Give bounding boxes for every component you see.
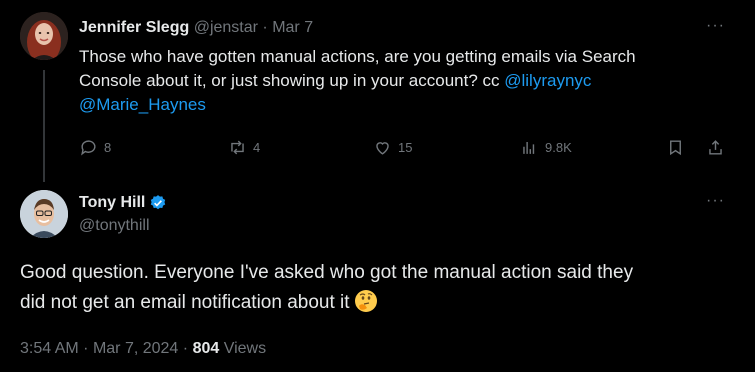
second-post-more-icon[interactable]: ··· xyxy=(706,192,725,210)
verified-badge-icon[interactable] xyxy=(149,194,167,212)
reply-button[interactable]: 8 xyxy=(79,138,111,157)
share-icon xyxy=(709,140,722,155)
like-button[interactable]: 15 xyxy=(373,138,412,157)
bookmark-icon xyxy=(670,140,681,156)
heart-icon xyxy=(376,142,389,155)
first-post-text-line-2: Console about it, or just showing up in … xyxy=(79,69,729,93)
views-button[interactable]: 9.8K xyxy=(520,138,572,157)
first-post-author-name[interactable]: Jennifer Slegg xyxy=(79,19,189,36)
views-total: 804 xyxy=(192,340,220,357)
repost-button[interactable]: 4 xyxy=(228,138,260,157)
first-post-text-line-1: Those who have gotten manual actions, ar… xyxy=(79,47,636,66)
second-post-name-row: Tony Hill xyxy=(79,194,167,212)
thread-connector-line xyxy=(43,70,45,182)
first-post-text: Those who have gotten manual actions, ar… xyxy=(79,45,729,117)
first-post-handle[interactable]: @jenstar xyxy=(194,19,258,36)
post-date[interactable]: Mar 7, 2024 xyxy=(93,340,178,357)
post-time[interactable]: 3:54 AM xyxy=(20,340,79,357)
second-post-text: Good question. Everyone I've asked who g… xyxy=(20,258,740,318)
first-post-header: Jennifer Slegg @jenstar · Mar 7 xyxy=(79,19,313,37)
second-post-author-name[interactable]: Tony Hill xyxy=(79,194,145,212)
mention-marie-haynes[interactable]: @Marie_Haynes xyxy=(79,95,206,114)
mention-lilyraynyc[interactable]: @lilyraynyc xyxy=(504,71,591,90)
like-count: 15 xyxy=(398,140,413,155)
meta-separator-2: · xyxy=(182,340,189,357)
tony-avatar[interactable] xyxy=(20,190,68,238)
meta-separator-1: · xyxy=(83,340,89,357)
share-button[interactable] xyxy=(706,138,725,157)
views-label: Views xyxy=(223,340,267,357)
second-post-text-line-1: Good question. Everyone I've asked who g… xyxy=(20,262,634,283)
jennifer-avatar[interactable] xyxy=(20,12,68,60)
views-count: 9.8K xyxy=(545,140,572,155)
second-post-text-line-2-content: did not get an email notification about … xyxy=(20,292,355,313)
analytics-icon xyxy=(523,141,535,154)
second-post-text-line-2: did not get an email notification about … xyxy=(20,288,740,318)
thinking-face-emoji-icon xyxy=(354,290,377,312)
second-post-handle[interactable]: @tonythill xyxy=(79,217,150,235)
second-post-meta: 3:54 AM · Mar 7, 2024 · 804 Views xyxy=(20,340,266,358)
reply-icon xyxy=(81,140,96,156)
first-post-text-line-2-content: Console about it, or just showing up in … xyxy=(79,71,505,90)
reply-count: 8 xyxy=(104,140,112,155)
repost-count: 4 xyxy=(253,140,261,155)
first-post-more-icon[interactable]: ··· xyxy=(706,17,725,35)
first-post-separator: · xyxy=(262,19,268,36)
repost-icon xyxy=(231,140,244,155)
first-post-date[interactable]: Mar 7 xyxy=(272,19,313,36)
bookmark-button[interactable] xyxy=(666,138,685,157)
